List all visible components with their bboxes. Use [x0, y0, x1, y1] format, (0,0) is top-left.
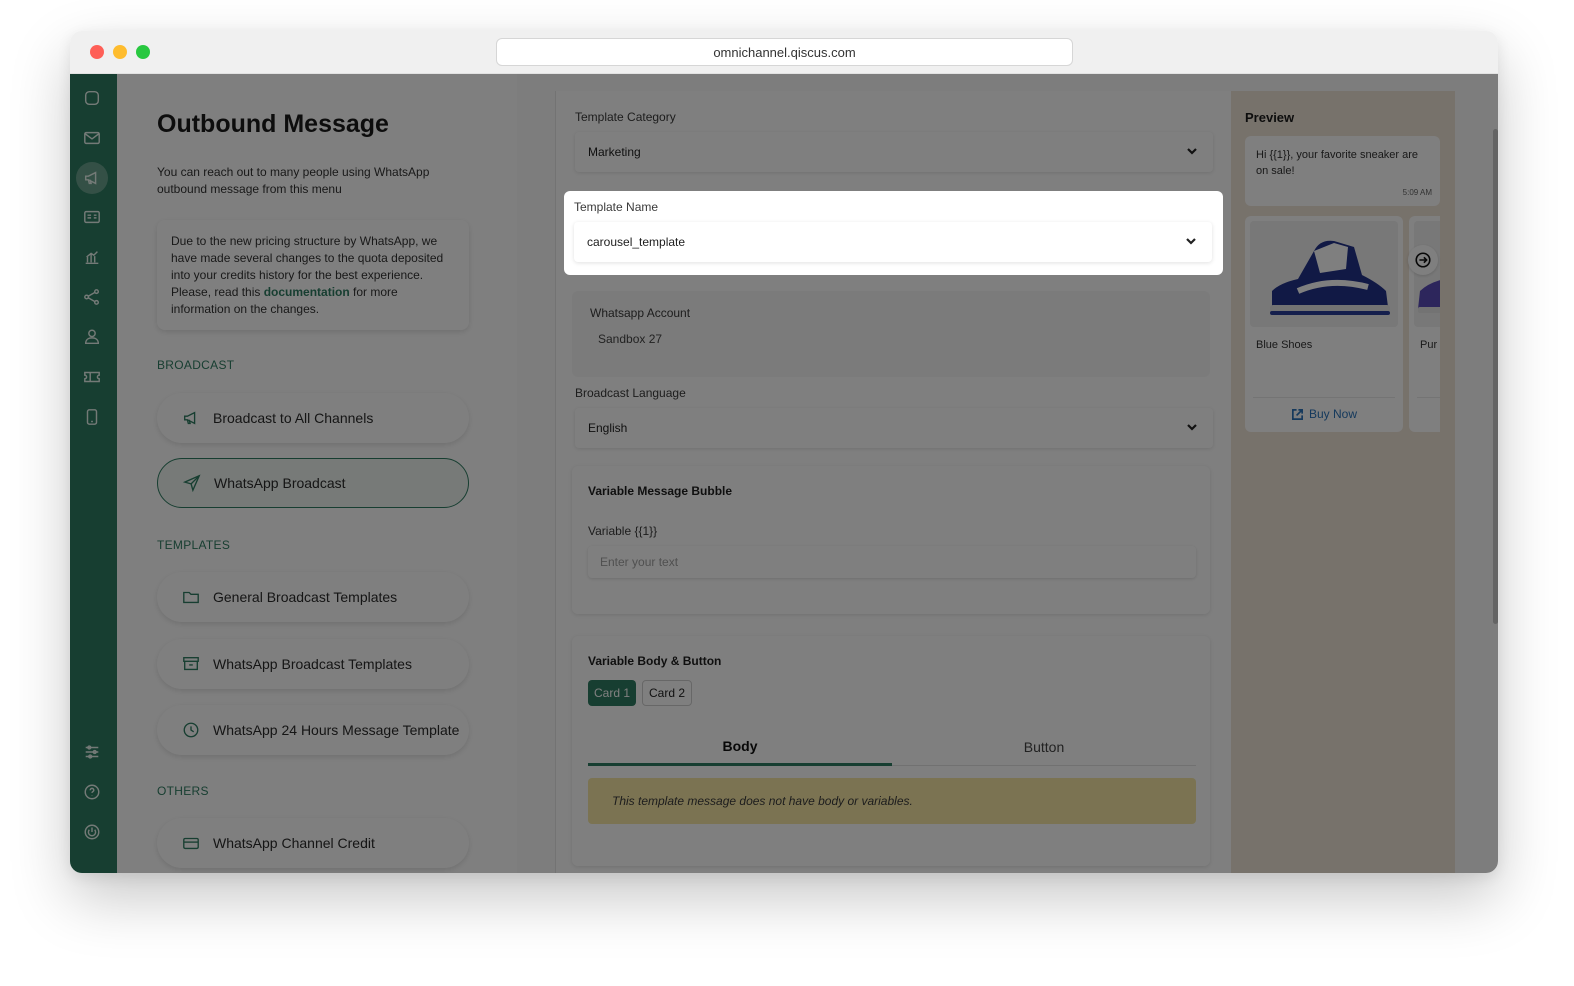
- settings-sliders-icon[interactable]: [81, 741, 103, 763]
- preview-panel: Preview Hi {{1}}, your favorite sneaker …: [1231, 91, 1455, 873]
- chevron-down-icon: [1185, 144, 1199, 158]
- nav-whatsapp-channel-credit[interactable]: WhatsApp Channel Credit: [157, 818, 469, 868]
- browser-titlebar: omnichannel.qiscus.com: [70, 31, 1498, 74]
- clock-icon: [181, 720, 201, 740]
- address-bar[interactable]: omnichannel.qiscus.com: [496, 38, 1073, 66]
- template-name-label: Template Name: [574, 200, 659, 214]
- carousel-next-button[interactable]: [1408, 245, 1438, 275]
- template-category-label: Template Category: [575, 110, 676, 124]
- carousel-card-name: Blue Shoes: [1256, 339, 1313, 351]
- whatsapp-account-label: Whatsapp Account: [590, 306, 691, 320]
- template-name-select[interactable]: carousel_template: [574, 222, 1212, 262]
- carousel-card: Blue Shoes Buy Now: [1245, 216, 1403, 432]
- variable-message-bubble-card: Variable Message Bubble Variable {{1}} E…: [572, 466, 1210, 614]
- card-1-tab[interactable]: Card 1: [588, 680, 636, 706]
- button-tab[interactable]: Button: [892, 728, 1196, 766]
- analytics-icon[interactable]: [81, 246, 103, 268]
- page-title: Outbound Message: [157, 110, 389, 138]
- archive-icon: [181, 654, 201, 674]
- variable-message-bubble-title: Variable Message Bubble: [588, 484, 733, 498]
- whatsapp-account-box: Whatsapp Account Sandbox 27: [572, 291, 1210, 377]
- buy-now-label: Buy Now: [1308, 407, 1358, 421]
- broadcast-language-label: Broadcast Language: [575, 386, 686, 400]
- no-body-warning: This template message does not have body…: [588, 778, 1196, 824]
- ticket-icon[interactable]: [81, 366, 103, 388]
- help-icon[interactable]: [81, 781, 103, 803]
- body-tab[interactable]: Body: [588, 728, 892, 766]
- external-link-icon: [1292, 408, 1303, 420]
- credit-card-icon: [181, 833, 201, 853]
- buy-now-button[interactable]: Buy Now: [1245, 402, 1403, 426]
- preview-carousel: Blue Shoes Buy Now Pur: [1245, 216, 1440, 432]
- nav-whatsapp-broadcast-templates[interactable]: WhatsApp Broadcast Templates: [157, 639, 469, 689]
- chevron-down-icon: [1184, 234, 1198, 248]
- nav-whatsapp-24-hours-template[interactable]: WhatsApp 24 Hours Message Template: [157, 705, 469, 755]
- folder-icon: [181, 587, 201, 607]
- section-label-others: OTHERS: [157, 784, 209, 798]
- broadcast-language-select[interactable]: English: [575, 408, 1213, 448]
- send-icon: [182, 473, 202, 493]
- template-name-value: carousel_template: [587, 235, 686, 249]
- arrow-right-circle-icon: [1415, 252, 1431, 268]
- documentation-link[interactable]: documentation: [264, 285, 350, 299]
- share-nodes-icon[interactable]: [81, 286, 103, 308]
- close-window-button[interactable]: [90, 45, 104, 59]
- variable-1-input[interactable]: Enter your text: [588, 546, 1196, 578]
- app-content: Outbound Message You can reach out to ma…: [70, 74, 1498, 873]
- nav-label: WhatsApp Broadcast Templates: [213, 656, 412, 672]
- mail-icon[interactable]: [81, 127, 103, 149]
- mobile-icon[interactable]: [81, 406, 103, 428]
- variable-1-label: Variable {{1}}: [588, 524, 658, 538]
- zoom-window-button[interactable]: [136, 45, 150, 59]
- nav-label: WhatsApp Broadcast: [214, 475, 346, 491]
- nav-whatsapp-broadcast[interactable]: WhatsApp Broadcast: [157, 458, 469, 508]
- chat-icon[interactable]: [81, 87, 103, 109]
- blue-shoe-image: [1250, 221, 1398, 327]
- preview-bubble-time: 5:09 AM: [1402, 188, 1432, 197]
- variable-body-button-card: Variable Body & Button Card 1 Card 2 Bod…: [572, 636, 1210, 866]
- nav-label: Broadcast to All Channels: [213, 410, 374, 426]
- nav-general-broadcast-templates[interactable]: General Broadcast Templates: [157, 572, 469, 622]
- nav-label: WhatsApp 24 Hours Message Template: [213, 722, 460, 738]
- outbound-menu-panel: Outbound Message You can reach out to ma…: [117, 74, 562, 873]
- nav-label: General Broadcast Templates: [213, 589, 398, 605]
- whatsapp-account-value: Sandbox 27: [598, 332, 663, 346]
- template-category-select[interactable]: Marketing: [575, 132, 1213, 172]
- template-category-value: Marketing: [588, 145, 641, 159]
- icon-rail: [70, 74, 117, 873]
- preview-message-bubble: Hi {{1}}, your favorite sneaker are on s…: [1245, 136, 1440, 206]
- minimize-window-button[interactable]: [113, 45, 127, 59]
- chevron-down-icon: [1185, 420, 1199, 434]
- card-2-tab[interactable]: Card 2: [642, 680, 692, 706]
- contact-card-icon[interactable]: [81, 206, 103, 228]
- power-icon[interactable]: [81, 821, 103, 843]
- pricing-notice: Due to the new pricing structure by What…: [157, 220, 469, 330]
- megaphone-icon: [181, 408, 201, 428]
- megaphone-icon[interactable]: [76, 162, 108, 194]
- nav-broadcast-all-channels[interactable]: Broadcast to All Channels: [157, 393, 469, 443]
- page-description: You can reach out to many people using W…: [157, 165, 430, 196]
- preview-title: Preview: [1245, 110, 1295, 125]
- agent-icon[interactable]: [81, 326, 103, 348]
- browser-window: omnichannel.qiscus.com Outbound Message …: [70, 31, 1498, 873]
- page-scrollbar[interactable]: [1493, 129, 1498, 624]
- carousel-card-divider: [1417, 397, 1440, 398]
- section-label-broadcast: BROADCAST: [157, 358, 235, 372]
- template-name-highlight: Template Name carousel_template: [564, 191, 1223, 275]
- carousel-card-divider: [1253, 397, 1395, 398]
- broadcast-language-value: English: [588, 421, 628, 435]
- nav-label: WhatsApp Channel Credit: [213, 835, 375, 851]
- preview-bubble-text: Hi {{1}}, your favorite sneaker are on s…: [1256, 149, 1419, 177]
- variable-body-button-title: Variable Body & Button: [588, 654, 722, 668]
- section-label-templates: TEMPLATES: [157, 538, 231, 552]
- carousel-card-name: Pur: [1420, 339, 1438, 351]
